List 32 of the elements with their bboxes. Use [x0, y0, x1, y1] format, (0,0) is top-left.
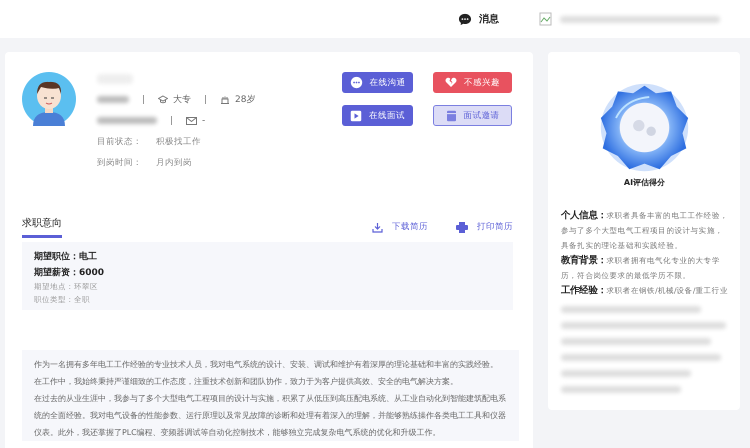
broken-heart-icon: [445, 77, 457, 88]
education-text: 大专: [173, 94, 191, 106]
avatar-drawing: [22, 72, 76, 126]
ai-score-caption: AI评估得分: [624, 177, 666, 188]
printer-icon: [456, 222, 468, 232]
email-text: -: [202, 116, 206, 126]
play-icon: [350, 110, 362, 122]
section-title: 求职意向: [22, 216, 62, 238]
status-value: 积极找工作: [156, 136, 201, 148]
position-text: 期望职位：电工: [34, 250, 98, 263]
blurred-text: [97, 117, 157, 124]
dislike-button[interactable]: 不感兴趣: [433, 72, 512, 93]
chat-icon[interactable]: [458, 12, 472, 26]
download-icon: [372, 222, 383, 232]
mail-icon: [186, 116, 197, 124]
broken-image-icon: [539, 12, 552, 26]
video-button[interactable]: 在线面试: [342, 105, 413, 126]
download-resume-button[interactable]: 下载简历: [372, 221, 428, 233]
chat-icon: [350, 76, 362, 89]
salary-text: 期望薪资：6000: [34, 266, 106, 279]
chat-button[interactable]: 在线沟通: [342, 72, 413, 93]
age-text: 28岁: [235, 94, 256, 106]
invite-button[interactable]: 面试邀请: [433, 105, 512, 126]
status-label: 目前状态：: [97, 136, 142, 148]
calendar-icon: [446, 110, 456, 122]
blurred-text: [97, 96, 129, 103]
print-resume-button[interactable]: 打印简历: [456, 221, 513, 233]
arrival-value: 月内到岗: [156, 156, 192, 168]
arrival-label: 到岗时间：: [97, 156, 142, 168]
cake-icon: [220, 95, 230, 104]
graduation-cap-icon: [158, 95, 168, 104]
messages-link[interactable]: 消息: [479, 12, 499, 26]
